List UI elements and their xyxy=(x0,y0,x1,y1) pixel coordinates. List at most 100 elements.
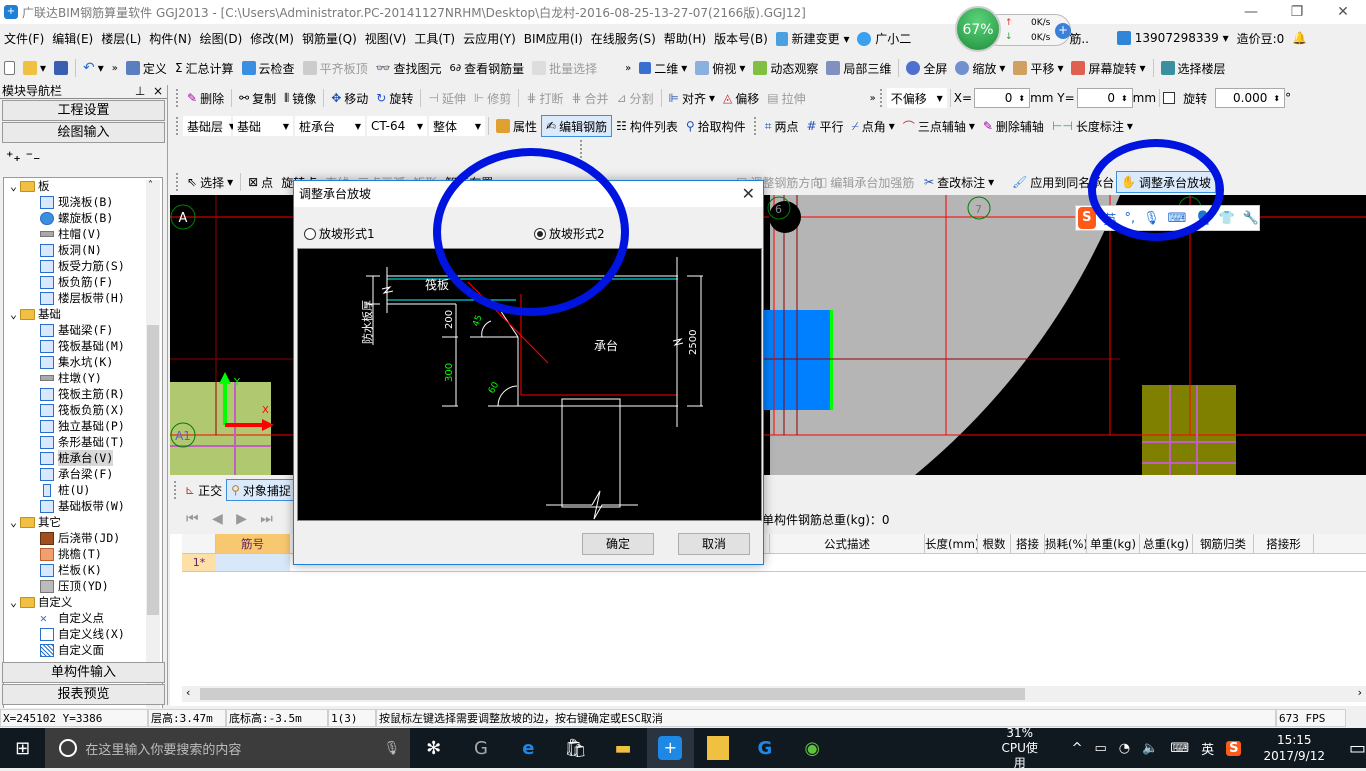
move-button[interactable]: ✥ 移动 xyxy=(327,90,372,107)
tree-item[interactable]: 挑檐(T) xyxy=(4,546,162,562)
edit-cap-reinforcement-button[interactable]: ◫ 编辑承台加强筋 xyxy=(812,174,918,191)
sogou-tray-icon[interactable]: S xyxy=(1226,740,1242,756)
drawing-input-button[interactable]: 绘图输入 xyxy=(2,122,165,143)
view-rebar-button[interactable]: 6∂ 查看钢筋量 xyxy=(446,60,529,77)
type-select[interactable]: 桩承台 ▼ xyxy=(295,116,365,136)
tree-group-slab[interactable]: ⌄ 板 xyxy=(4,178,162,194)
scrollbar-thumb[interactable] xyxy=(200,688,1025,700)
menu-version[interactable]: 版本号(B) xyxy=(710,30,772,47)
category-select[interactable]: 基础 ▼ xyxy=(233,116,293,136)
wrench-icon[interactable]: 🔧 xyxy=(1243,211,1259,226)
scroll-right-icon[interactable]: › xyxy=(1358,686,1362,699)
ok-button[interactable]: 确定 xyxy=(582,533,654,555)
touch-keyboard-icon[interactable]: ⌨ xyxy=(1170,741,1189,756)
copy-button[interactable]: ⚯ 复制 xyxy=(235,90,280,107)
undo-button[interactable]: ↶ ▾ xyxy=(79,60,108,76)
col-formula-desc[interactable]: 公式描述 xyxy=(770,534,925,553)
taskbar-app-g[interactable]: G xyxy=(457,728,504,768)
menu-online[interactable]: 在线服务(S) xyxy=(587,30,660,47)
tree-item[interactable]: 独立基础(P) xyxy=(4,418,162,434)
tree-item[interactable]: 板负筋(F) xyxy=(4,274,162,290)
tree-item[interactable]: 承台梁(F) xyxy=(4,466,162,482)
cloud-check-button[interactable]: 云检查 xyxy=(238,60,299,77)
top-view-button[interactable]: 俯视 ▾ xyxy=(691,60,749,77)
col-lap[interactable]: 搭接 xyxy=(1011,534,1045,553)
save-button[interactable] xyxy=(50,61,72,75)
close-button[interactable]: ✕ xyxy=(1320,0,1366,24)
pile-cap-olive[interactable] xyxy=(1142,385,1236,475)
tree-group-other[interactable]: ⌄ 其它 xyxy=(4,514,162,530)
object-snap-toggle[interactable]: ⚲ 对象捕捉 xyxy=(226,479,296,501)
define-button[interactable]: 定义 xyxy=(122,60,171,77)
bell-icon[interactable]: 🔔 xyxy=(1288,31,1311,45)
local-3d-button[interactable]: 局部三维 xyxy=(822,60,895,77)
tree-item[interactable]: 自定义线(X) xyxy=(4,626,162,642)
tree-item[interactable]: 集水坑(K) xyxy=(4,354,162,370)
menu-view[interactable]: 视图(V) xyxy=(361,30,411,47)
ime-indicator[interactable]: 英 xyxy=(1201,739,1214,758)
component-list-button[interactable]: ☷ 构件列表 xyxy=(612,118,682,135)
chevron-down-icon[interactable]: ⌄ xyxy=(10,178,17,194)
fullscreen-button[interactable]: 全屏 xyxy=(902,60,951,77)
tree-item[interactable]: 筏板主筋(R) xyxy=(4,386,162,402)
toolbar-overflow[interactable]: » xyxy=(108,63,122,74)
taskbar-app-pinwheel[interactable]: ✻ xyxy=(410,728,457,768)
summary-calc-button[interactable]: Σ 汇总计算 xyxy=(171,60,238,77)
offset-mode-select[interactable]: 不偏移 ▼ xyxy=(886,88,947,108)
floor-select[interactable]: 基础层▼ xyxy=(183,116,235,136)
clock[interactable]: 15:15 2017/9/12 xyxy=(1263,732,1325,764)
project-settings-button[interactable]: 工程设置 xyxy=(2,100,165,121)
chevron-down-icon[interactable]: ⌄ xyxy=(10,594,17,610)
restore-button[interactable]: ❐ xyxy=(1274,0,1320,24)
edit-annotation-button[interactable]: ✂ 查改标注 ▾ xyxy=(920,174,998,191)
toolbar-grip[interactable] xyxy=(580,140,592,162)
tree-item[interactable]: 后浇带(JD) xyxy=(4,530,162,546)
assistant-button[interactable]: 广小二 xyxy=(853,30,915,47)
batch-select-button[interactable]: 批量选择 xyxy=(528,60,601,77)
pan-button[interactable]: 平移 ▾ xyxy=(1009,60,1067,77)
taskbar-search[interactable]: 在这里输入你要搜索的内容 🎙 xyxy=(45,728,411,768)
taskbar-app-glodon[interactable]: + xyxy=(646,728,694,768)
tree-item[interactable]: 楼层板带(H) xyxy=(4,290,162,306)
expand-all-icon[interactable]: ⁺₊ xyxy=(6,149,21,165)
tree-item[interactable]: 压顶(YD) xyxy=(4,578,162,594)
menu-floor[interactable]: 楼层(L) xyxy=(97,30,145,47)
tree-item[interactable]: 基础梁(F) xyxy=(4,322,162,338)
tree-group-custom[interactable]: ⌄ 自定义 xyxy=(4,594,162,610)
tree-item[interactable]: 桩(U) xyxy=(4,482,162,498)
single-component-input-button[interactable]: 单构件输入 xyxy=(2,662,165,683)
slope-option-1[interactable]: 放坡形式1 xyxy=(304,225,375,242)
tree-item[interactable]: 筏板基础(M) xyxy=(4,338,162,354)
delete-axis-button[interactable]: ✎ 删除辅轴 xyxy=(979,118,1048,135)
tree-item[interactable]: ✕ 自定义点 xyxy=(4,610,162,626)
menu-draw[interactable]: 绘图(D) xyxy=(196,30,247,47)
menu-rebar[interactable]: 钢筋量(Q) xyxy=(298,30,361,47)
dialog-close-button[interactable]: ✕ xyxy=(742,181,755,207)
taskbar-app-notes[interactable] xyxy=(694,728,741,768)
menu-modify[interactable]: 修改(M) xyxy=(246,30,298,47)
pile-cap-blue[interactable] xyxy=(760,310,832,410)
menu-bim[interactable]: BIM应用(I) xyxy=(520,30,587,47)
col-length[interactable]: 长度(mm) xyxy=(925,534,978,553)
menu-tools[interactable]: 工具(T) xyxy=(410,30,459,47)
chevron-down-icon[interactable]: ⌄ xyxy=(10,306,17,322)
length-dimension-button[interactable]: ⊢⊣ 长度标注 ▾ xyxy=(1048,118,1137,135)
mirror-button[interactable]: ⫴ 镜像 xyxy=(280,90,320,107)
rotate-angle-input[interactable]: 0.000 ⬍ xyxy=(1215,88,1286,108)
prev-record-icon[interactable]: ◀ xyxy=(212,511,223,527)
account-button[interactable]: 13907298339 ▾ xyxy=(1113,31,1233,46)
last-record-icon[interactable]: ⏭ xyxy=(260,511,273,527)
trim-button[interactable]: ⊩ 修剪 xyxy=(470,90,515,107)
orthogonal-toggle[interactable]: ⊾ 正交 xyxy=(181,482,226,499)
tree-group-foundation[interactable]: ⌄ 基础 xyxy=(4,306,162,322)
split-button[interactable]: ⊿ 分割 xyxy=(612,90,657,107)
open-file-button[interactable]: ▾ xyxy=(19,61,50,75)
microphone-icon[interactable]: 🎙 xyxy=(384,741,401,756)
tree-item[interactable]: 螺旋板(B) xyxy=(4,210,162,226)
taskbar-app-glodon-g[interactable]: G xyxy=(741,728,788,768)
col-lap-form[interactable]: 搭接形 xyxy=(1254,534,1314,553)
cancel-button[interactable]: 取消 xyxy=(678,533,750,555)
taskbar-app-explorer[interactable]: ▬ xyxy=(599,728,646,768)
point-angle-axis-button[interactable]: ⌿ 点角 ▾ xyxy=(848,118,899,135)
screen-rotate-button[interactable]: 屏幕旋转 ▾ xyxy=(1067,60,1149,77)
